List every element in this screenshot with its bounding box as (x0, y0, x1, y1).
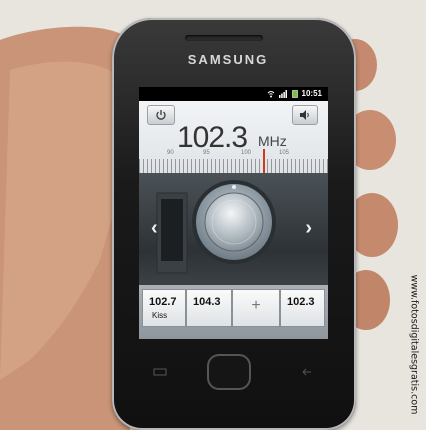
battery-icon (292, 90, 298, 98)
dial-area: ‹ › (139, 173, 328, 285)
chevron-left-icon[interactable]: ‹ (151, 217, 158, 240)
power-icon (156, 110, 166, 120)
brand-logo: SAMSUNG (187, 52, 269, 67)
preset-frequency: 102.7 (149, 296, 177, 308)
tuning-knob[interactable] (191, 179, 277, 265)
watermark-text: www.fotosdigitalesgratis.com (408, 274, 420, 415)
scale-label: 90 (167, 150, 174, 156)
frequency-unit: MHz (258, 133, 287, 149)
tuner-panel: 102.3 MHz 90 95 100 105 (139, 101, 328, 177)
preset-station-name: Kiss (152, 311, 168, 320)
preset-button[interactable]: 102.7 Kiss (142, 289, 186, 327)
status-time: 10:51 (301, 89, 322, 98)
scale-label: 95 (203, 150, 210, 156)
phone-screen: 10:51 102.3 MHz 90 95 100 105 ‹ › 102.7 … (139, 87, 328, 339)
plus-icon: + (251, 297, 261, 314)
status-bar: 10:51 (139, 87, 328, 101)
volume-button[interactable] (292, 105, 318, 125)
preset-frequency: 102.3 (287, 296, 315, 308)
preset-bar: 102.7 Kiss 104.3 + 102.3 (139, 285, 328, 339)
signal-icon (279, 90, 287, 98)
preset-button[interactable]: 104.3 (186, 289, 232, 327)
earpiece-speaker (185, 35, 263, 41)
menu-icon[interactable] (153, 368, 167, 376)
back-icon[interactable] (300, 368, 314, 376)
watermark: www.fotosdigitalesgratis.com (404, 262, 424, 427)
add-preset-button[interactable]: + (232, 289, 280, 327)
chevron-right-icon[interactable]: › (305, 217, 312, 240)
wifi-icon (267, 91, 275, 98)
preset-frequency: 104.3 (193, 296, 221, 308)
power-button[interactable] (147, 105, 175, 125)
home-button[interactable] (207, 354, 251, 390)
photo-scene: SAMSUNG 10:51 102.3 MHz 90 95 100 105 ‹ … (0, 0, 426, 430)
scale-label: 105 (279, 150, 290, 156)
scale-label: 100 (241, 150, 252, 156)
speaker-icon (300, 110, 309, 120)
preset-button[interactable]: 102.3 (280, 289, 325, 327)
